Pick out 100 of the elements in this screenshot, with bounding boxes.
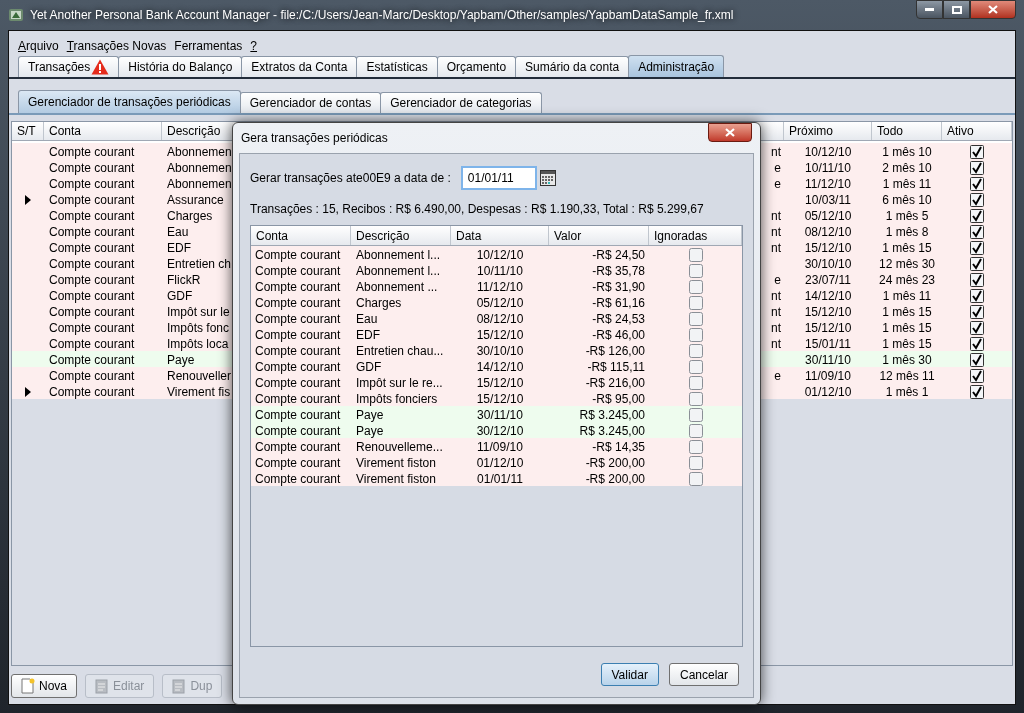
table-cell: Compte courant [49, 305, 135, 319]
table-cell-text: 12 mês 30 [878, 256, 935, 273]
table-cell: Impôts fonc [167, 321, 230, 335]
table-cell: Compte courant [49, 193, 135, 207]
table-cell-text: 1 mês 1 [885, 384, 929, 401]
table-cell-text: -R$ 14,35 [592, 439, 645, 456]
table-cell: Compte courant [49, 289, 135, 303]
table-cell: Compte courant [49, 321, 135, 335]
table-cell-text: -R$ 216,00 [585, 375, 645, 392]
table-cell-text: 11/12/10 [805, 176, 851, 193]
table-cell: EDF [356, 328, 380, 342]
table-cell-text: R$ 3.245,00 [579, 423, 645, 440]
table-cell-text: 10/12/10 [476, 247, 524, 264]
table-cell-text: 1 mês 15 [882, 320, 932, 337]
table-cell-text: 10/11/10 [805, 160, 851, 177]
table-cell: Entretien chau... [356, 344, 444, 358]
table-cell-text: nt [771, 240, 781, 257]
table-cell-text: e [774, 176, 781, 193]
table-cell: Compte courant [255, 456, 341, 470]
table-cell: Paye [167, 353, 195, 367]
table-cell: Entretien ch [167, 257, 232, 271]
table-cell: Virement fiston [356, 472, 436, 486]
table-cell-text: -R$ 200,00 [585, 471, 645, 488]
table-cell-text: 01/12/10 [804, 384, 852, 401]
table-cell: Virement fiston [356, 456, 436, 470]
table-cell-text: nt [771, 288, 781, 305]
date-label: Gerar transações ate00E9 a data de : [250, 170, 451, 187]
table-cell-text: -R$ 46,00 [592, 327, 645, 344]
table-cell-text: 05/12/10 [804, 208, 852, 225]
table-cell-text: -R$ 24,53 [592, 311, 645, 328]
table-cell: Abonnemen [167, 161, 232, 175]
table-cell: Eau [356, 312, 378, 326]
table-cell-text: 11/09/10 [805, 368, 851, 385]
table-cell-text: nt [771, 144, 781, 161]
table-cell: Charges [356, 296, 402, 310]
table-cell-text: -R$ 115,11 [587, 359, 645, 376]
table-cell: Impôt sur le re... [356, 376, 443, 390]
summary-text: Transações : 15, Recibos : R$ 6.490,00, Despesas : R$ 1.190,33, Total : R$ 5.299,67 [250, 201, 705, 218]
table-cell: Compte courant [255, 248, 341, 262]
table-cell: Compte courant [49, 369, 135, 383]
table-cell-text: nt [771, 336, 781, 353]
table-cell-text: 6 mês 10 [882, 192, 932, 209]
table-cell: Virement fis [167, 385, 231, 399]
table-cell-text: 12 mês 11 [879, 368, 935, 385]
table-cell-text: -R$ 200,00 [585, 455, 645, 472]
table-cell-text: 30/11/10 [805, 352, 851, 369]
table-cell: Eau [167, 225, 189, 239]
table-cell-text: e [774, 368, 781, 385]
table-cell-text: 14/12/10 [804, 288, 852, 305]
table-cell: Compte courant [255, 312, 341, 326]
table-cell: Compte courant [49, 273, 135, 287]
table-cell: GDF [167, 289, 193, 303]
table-cell: Compte courant [255, 392, 341, 406]
table-cell-text: 30/12/10 [476, 423, 524, 440]
table-cell: Paye [356, 424, 384, 438]
table-cell-text: 1 mês 30 [882, 352, 932, 369]
table-cell-text: 15/12/10 [804, 240, 852, 257]
table-cell: GDF [356, 360, 382, 374]
table-cell-text: R$ 3.245,00 [579, 407, 645, 424]
table-cell: Compte courant [49, 145, 135, 159]
table-cell-text: e [774, 160, 781, 177]
table-cell: Compte courant [255, 424, 341, 438]
table-cell: Compte courant [255, 344, 341, 358]
table-cell: Compte courant [255, 264, 341, 278]
table-cell-text: 23/07/11 [805, 272, 851, 289]
table-cell-text: 14/12/10 [476, 359, 524, 376]
table-cell: Compte courant [255, 440, 341, 454]
table-cell: Compte courant [255, 360, 341, 374]
table-cell: Compte courant [255, 408, 341, 422]
table-cell-text: 30/11/10 [477, 407, 523, 424]
table-cell: Compte courant [255, 280, 341, 294]
table-cell: Abonnement ... [356, 280, 438, 294]
table-cell-text: 10/12/10 [804, 144, 852, 161]
table-cell-text: 1 mês 15 [882, 240, 932, 257]
table-cell-text: -R$ 31,90 [592, 279, 645, 296]
table-cell: Abonnemen [167, 145, 232, 159]
table-cell: Impôt sur le [167, 305, 230, 319]
table-cell: Compte courant [255, 376, 341, 390]
table-cell: Abonnemen [167, 177, 232, 191]
table-cell-text: e [774, 272, 781, 289]
table-cell-text: 30/10/10 [804, 256, 852, 273]
table-cell-text: 01/12/10 [476, 455, 524, 472]
table-cell-text: 08/12/10 [804, 224, 852, 241]
table-cell: Compte courant [49, 209, 135, 223]
table-cell-text: 24 mês 23 [878, 272, 935, 289]
table-cell-text: 15/12/10 [476, 391, 524, 408]
table-cell-text: 1 mês 8 [885, 224, 929, 241]
table-cell: Impôts fonciers [356, 392, 438, 406]
table-cell: Compte courant [49, 385, 135, 399]
table-cell-text: 15/12/10 [476, 375, 524, 392]
table-cell-text: 1 mês 15 [882, 304, 932, 321]
table-cell-text: 15/12/10 [804, 304, 852, 321]
table-cell: Compte courant [255, 296, 341, 310]
table-cell: EDF [167, 241, 191, 255]
table-cell-text: -R$ 24,50 [592, 247, 645, 264]
table-cell-text: 15/01/11 [805, 336, 851, 353]
table-cell-text: 11/12/10 [477, 279, 523, 296]
table-cell-text: 01/01/11 [477, 471, 523, 488]
table-cell: Paye [356, 408, 384, 422]
dialog-title: Gera transações periódicas [240, 130, 388, 147]
